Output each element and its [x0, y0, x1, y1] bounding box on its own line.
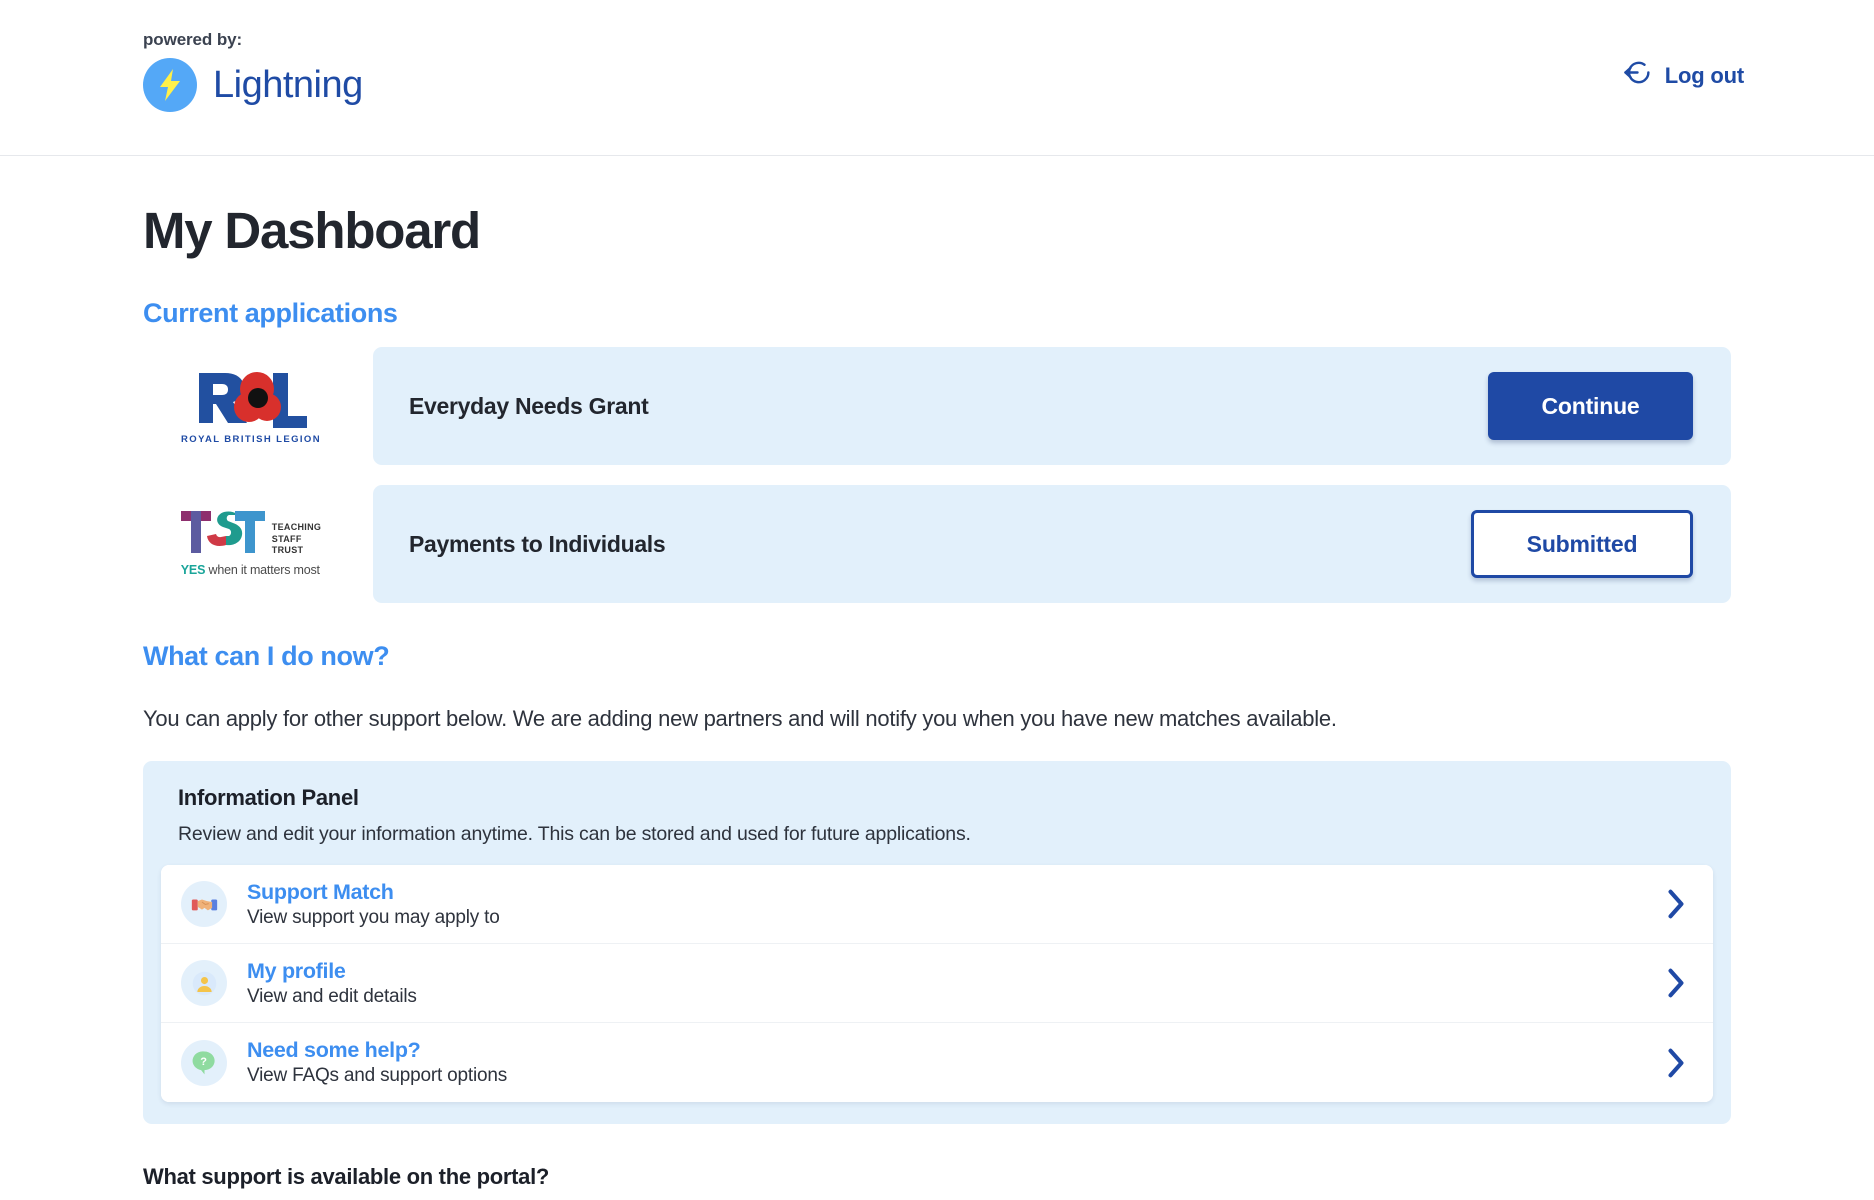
info-item-support-match[interactable]: Support Match View support you may apply… [161, 865, 1713, 944]
tst-word: STAFF [271, 533, 302, 544]
continue-button[interactable]: Continue [1488, 372, 1693, 440]
application-title: Everyday Needs Grant [409, 392, 649, 419]
chevron-right-icon[interactable] [1665, 1048, 1687, 1078]
info-item-subtitle: View FAQs and support options [247, 1065, 508, 1087]
question-bubble-icon: ? [181, 1039, 227, 1086]
person-avatar-icon [181, 960, 227, 1006]
tst-tagline-accent: YES [180, 563, 206, 578]
info-item-title: Need some help? [247, 1038, 421, 1063]
logout-label: Log out [1664, 62, 1744, 88]
tst-tagline-rest: when it matters most [205, 563, 320, 578]
what-can-i-do-heading: What can I do now? [143, 641, 390, 671]
info-item-text: Need some help? View FAQs and support op… [247, 1038, 1665, 1087]
current-applications-heading: Current applications [143, 298, 398, 328]
info-item-need-help[interactable]: ? Need some help? View FAQs and support … [161, 1023, 1713, 1102]
brand-lockup: Lightning [143, 58, 363, 112]
information-panel-subtitle: Review and edit your information anytime… [178, 823, 971, 845]
brand-block: powered by: Lightning [143, 30, 363, 112]
page-title: My Dashboard [143, 202, 481, 259]
application-card: Everyday Needs Grant Continue [373, 347, 1731, 465]
application-title: Payments to Individuals [409, 530, 666, 557]
info-item-title: Support Match [247, 879, 394, 904]
submitted-button[interactable]: Submitted [1471, 510, 1693, 578]
information-panel: Information Panel Review and edit your i… [143, 761, 1731, 1124]
footer-heading: What support is available on the portal? [143, 1164, 550, 1189]
lead-text: You can apply for other support below. W… [143, 706, 1337, 731]
brand-name: Lightning [213, 64, 363, 106]
info-item-subtitle: View and edit details [247, 985, 417, 1007]
lightning-bolt-icon [143, 58, 197, 112]
app-header: powered by: Lightning Log out [0, 0, 1874, 156]
information-panel-title: Information Panel [178, 785, 359, 810]
chevron-right-icon[interactable] [1665, 889, 1687, 919]
application-row: ROYAL BRITISH LEGION Everyday Needs Gran… [143, 347, 1731, 465]
handshake-icon [181, 881, 227, 927]
tst-logo-tagline: YES when it matters most [181, 563, 320, 577]
rbl-logo-subtext: ROYAL BRITISH LEGION [181, 434, 321, 445]
tst-word: TRUST [271, 545, 304, 556]
tst-word: TEACHING [271, 521, 322, 532]
chevron-right-icon[interactable] [1665, 968, 1687, 998]
rbl-poppy-logo: ROYAL BRITISH LEGION [143, 367, 373, 445]
information-panel-list: Support Match View support you may apply… [161, 865, 1713, 1102]
application-row: TEACHING STAFF TRUST YES when it matters… [143, 485, 1731, 603]
info-item-title: My profile [247, 958, 346, 983]
logout-arrow-icon [1623, 58, 1652, 93]
dashboard-main: My Dashboard Current applications ROYAL … [0, 201, 1874, 1200]
info-item-text: My profile View and edit details [247, 959, 1665, 1008]
svg-text:?: ? [200, 1056, 207, 1068]
current-applications-list: ROYAL BRITISH LEGION Everyday Needs Gran… [143, 347, 1731, 603]
tst-logo-words: TEACHING STAFF TRUST [272, 522, 321, 558]
info-item-my-profile[interactable]: My profile View and edit details [161, 944, 1713, 1023]
powered-by-label: powered by: [143, 30, 243, 49]
logout-button[interactable]: Log out [1623, 58, 1744, 93]
tst-logo: TEACHING STAFF TRUST YES when it matters… [143, 510, 373, 577]
info-item-subtitle: View support you may apply to [247, 906, 500, 928]
info-item-text: Support Match View support you may apply… [247, 880, 1665, 929]
application-card: Payments to Individuals Submitted [373, 485, 1731, 603]
